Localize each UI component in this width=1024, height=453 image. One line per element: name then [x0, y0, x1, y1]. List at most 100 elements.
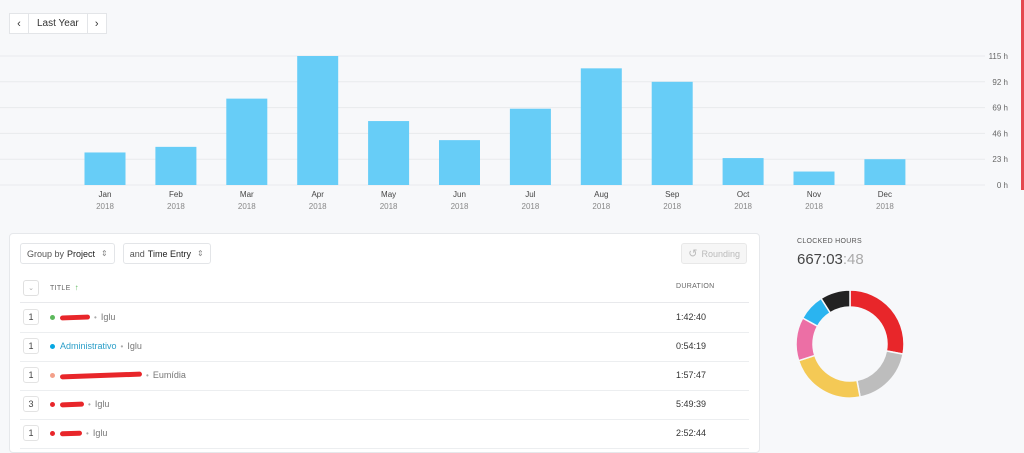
- donut-segment[interactable]: [849, 289, 905, 355]
- x-tick-month: Feb: [169, 190, 183, 199]
- x-tick-year: 2018: [380, 202, 398, 211]
- x-tick-year: 2018: [663, 202, 681, 211]
- bar: [722, 158, 764, 185]
- bar: [651, 81, 693, 185]
- x-tick-month: Jul: [525, 190, 535, 199]
- x-tick-month: Mar: [240, 190, 254, 199]
- client-name: Eumídia: [152, 370, 186, 380]
- bar: [368, 121, 410, 185]
- clocked-hours-label: CLOCKED HOURS: [797, 238, 862, 245]
- table-row[interactable]: 1 • Iglu 2:52:44: [20, 419, 749, 449]
- y-tick-label: 115 h: [989, 52, 1008, 61]
- separator: •: [120, 341, 124, 351]
- clocked-hours-value: 667:03:48: [797, 251, 864, 268]
- x-tick-year: 2018: [451, 202, 469, 211]
- row-duration: 2:52:44: [676, 428, 707, 438]
- x-tick-month: Jan: [99, 190, 112, 199]
- entry-count: 1: [23, 367, 39, 383]
- row-title: • Eumídia: [50, 370, 186, 380]
- project-color-dot: [50, 372, 55, 378]
- y-tick-label: 69 h: [992, 104, 1008, 113]
- entry-count: 3: [23, 396, 39, 412]
- x-tick-month: Apr: [311, 190, 324, 199]
- row-title: • Iglu: [50, 399, 109, 409]
- clocked-hours-seconds: :48: [842, 251, 864, 268]
- x-tick-month: Aug: [594, 190, 608, 199]
- bar: [439, 140, 480, 185]
- redacted-project-name: [59, 313, 91, 321]
- period-label[interactable]: Last Year: [29, 13, 87, 34]
- duration-column-header[interactable]: DURATION: [676, 283, 714, 290]
- x-tick-year: 2018: [309, 202, 327, 211]
- y-tick-label: 92 h: [992, 78, 1008, 87]
- bar: [864, 159, 906, 185]
- x-tick-month: Nov: [807, 190, 821, 199]
- previous-period-button[interactable]: ‹: [9, 13, 29, 34]
- x-tick-year: 2018: [167, 202, 185, 211]
- sub-group-select[interactable]: and Time Entry ⇕: [122, 243, 211, 264]
- project-color-dot: [50, 401, 55, 407]
- group-by-select[interactable]: Group by Project ⇕: [20, 243, 115, 264]
- table-row[interactable]: 1 • Eumídia 1:57:47: [20, 361, 749, 391]
- x-tick-year: 2018: [238, 202, 256, 211]
- x-tick-year: 2018: [734, 202, 752, 211]
- grouping-toolbar: Group by Project ⇕ and Time Entry ⇕: [20, 243, 211, 264]
- bar: [509, 108, 551, 185]
- separator: •: [146, 370, 149, 380]
- redacted-project-name: [59, 401, 85, 407]
- select-all-checkbox[interactable]: ⌄: [23, 280, 39, 296]
- x-tick-year: 2018: [876, 202, 894, 211]
- row-duration: 1:57:47: [676, 370, 707, 380]
- chevron-updown-icon: ⇕: [101, 249, 108, 258]
- rounding-button[interactable]: ↺ Rounding: [681, 243, 747, 264]
- bar: [226, 98, 268, 185]
- table-row[interactable]: 3 • Iglu 5:49:39: [20, 390, 749, 420]
- y-tick-label: 0 h: [997, 181, 1008, 190]
- chevron-updown-icon: ⇕: [196, 249, 204, 258]
- redacted-project-name: [59, 371, 143, 379]
- donut-segment[interactable]: [797, 354, 861, 399]
- title-header-label: TITLE: [50, 285, 71, 292]
- title-column-header[interactable]: TITLE ↑: [50, 283, 79, 292]
- group-by-prefix: Group by: [27, 248, 65, 259]
- x-tick-month: May: [381, 190, 396, 199]
- project-name[interactable]: Administrativo: [60, 341, 117, 351]
- project-color-dot: [50, 314, 55, 320]
- table-header: ⌄ TITLE ↑ DURATION: [20, 277, 749, 303]
- donut-segment[interactable]: [856, 350, 904, 398]
- sort-ascending-icon: ↑: [74, 283, 79, 292]
- project-color-dot: [50, 343, 55, 349]
- separator: •: [86, 428, 89, 438]
- client-name: Iglu: [127, 341, 142, 351]
- y-tick-label: 46 h: [992, 129, 1008, 138]
- table-row[interactable]: 1 Administrativo • Iglu 0:54:19: [20, 332, 749, 362]
- project-donut-chart: [795, 289, 905, 399]
- separator: •: [94, 312, 97, 322]
- x-tick-month: Jun: [453, 190, 466, 199]
- row-duration: 5:49:39: [676, 399, 707, 409]
- client-name: Iglu: [94, 399, 110, 409]
- bar: [793, 171, 835, 185]
- row-title: • Iglu: [50, 428, 107, 438]
- redacted-project-name: [59, 430, 83, 436]
- period-navigation: ‹ Last Year ›: [9, 13, 107, 34]
- group-by-value: Project: [67, 248, 96, 259]
- bar: [297, 56, 339, 185]
- bar: [84, 152, 126, 185]
- x-tick-month: Dec: [878, 190, 892, 199]
- bar: [580, 68, 622, 185]
- table-row[interactable]: 1 • Iglu 1:42:40: [20, 303, 749, 333]
- y-tick-label: 23 h: [992, 155, 1008, 164]
- client-name: Iglu: [92, 428, 108, 438]
- separator: •: [88, 399, 91, 409]
- row-title: • Iglu: [50, 312, 115, 322]
- bar: [155, 146, 197, 185]
- row-title: Administrativo • Iglu: [50, 341, 142, 351]
- sub-group-value: Time Entry: [147, 248, 191, 259]
- next-period-button[interactable]: ›: [86, 13, 107, 34]
- client-name: Iglu: [100, 312, 116, 322]
- rounding-label: Rounding: [701, 248, 740, 259]
- x-tick-month: Sep: [665, 190, 680, 199]
- history-icon: ↺: [688, 248, 698, 260]
- x-tick-year: 2018: [522, 202, 540, 211]
